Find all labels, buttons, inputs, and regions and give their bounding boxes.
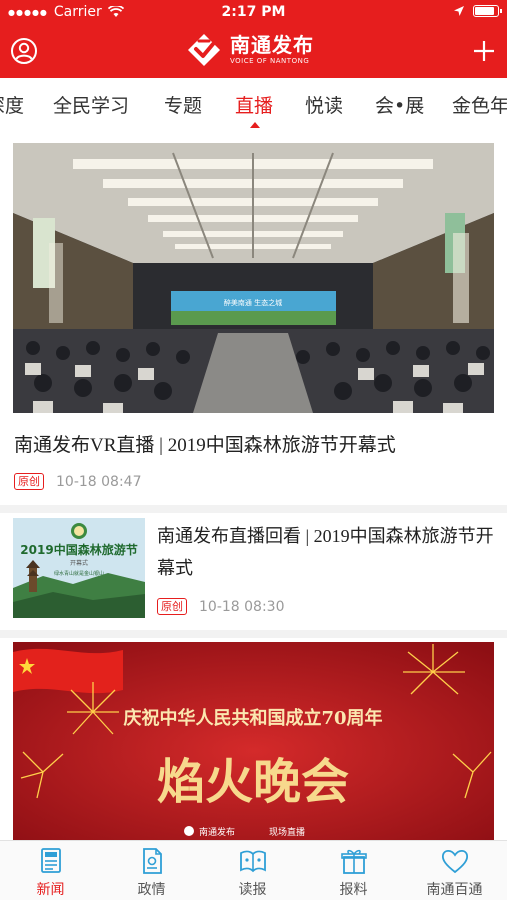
feed-item-2-title[interactable]: 南通发布直播回看 | 2019中国森林旅游节开幕式 (157, 520, 497, 584)
bottom-tab-news-label: 新闻 (36, 882, 65, 898)
logo-text: 南通发布 VOICE OF NANTONG (230, 34, 314, 66)
poster-footer-tag: 现场直播 (269, 826, 305, 838)
bottom-tab-reader-label: 读报 (238, 882, 267, 898)
battery-icon (473, 5, 502, 17)
tab-depth[interactable]: 深度 (0, 91, 24, 118)
logo-title: 南通发布 (230, 33, 314, 57)
feed-divider (0, 505, 507, 513)
tab-exhibitions[interactable]: 会•展 (375, 91, 424, 118)
plus-icon (474, 41, 494, 61)
status-right (453, 5, 502, 17)
bottom-tab-news[interactable]: 新闻 (0, 841, 101, 901)
poster-slogan: 绿水青山就是金山银山 (54, 570, 104, 577)
newspaper-reader-icon (240, 850, 266, 873)
bottom-tab-tipoff[interactable]: 报料 (303, 841, 404, 901)
feed-item-3-image[interactable]: 庆祝中华人民共和国成立70周年 焰火晚会 南通发布 现场直播 (13, 642, 494, 840)
forest-festival-poster: 2019中国森林旅游节 开幕式 绿水青山就是金山银山 (13, 518, 145, 618)
fireworks-gala-poster: 庆祝中华人民共和国成立70周年 焰火晚会 南通发布 现场直播 (13, 642, 494, 840)
document-icon (143, 848, 162, 874)
tab-learning[interactable]: 全民学习 (53, 91, 129, 118)
user-profile-button[interactable] (9, 36, 39, 66)
feed-item-1-time: 10-18 08:47 (56, 473, 142, 490)
conference-hall-photo: 醉美南通 生态之城 (13, 143, 494, 413)
app-logo: 南通发布 VOICE OF NANTONG (186, 29, 314, 71)
app-header: ●●●●● Carrier 2:17 PM 南通发布 VOICE OF NANT… (0, 0, 507, 78)
clock: 2:17 PM (221, 4, 286, 20)
tab-reading[interactable]: 悦读 (305, 91, 343, 118)
add-button[interactable] (469, 36, 499, 66)
heart-icon (441, 849, 469, 874)
bottom-tab-reader[interactable]: 读报 (202, 841, 303, 901)
original-badge: 原创 (157, 598, 187, 615)
bottom-tab-politics[interactable]: 政情 (101, 841, 202, 901)
bottom-tab-politics-label: 政情 (137, 882, 166, 898)
poster-headline: 庆祝中华人民共和国成立70周年 (123, 707, 382, 729)
feed-divider (0, 630, 507, 638)
bottom-tab-nantong-baitong-label: 南通百通 (426, 882, 483, 898)
feed-item-1-meta: 原创 10-18 08:47 (14, 473, 141, 490)
location-arrow-icon (454, 6, 464, 16)
user-icon (11, 38, 37, 64)
battery-level (475, 7, 494, 15)
logo-subtitle: VOICE OF NANTONG (230, 57, 310, 65)
tab-live[interactable]: 直播 (235, 91, 273, 118)
poster-big-text: 焰火晚会 (157, 754, 349, 810)
feed-item-2-meta: 原创 10-18 08:30 (157, 598, 284, 615)
gift-box-icon (341, 849, 367, 874)
bottom-tab-nantong-baitong[interactable]: 南通百通 (404, 841, 505, 901)
feed-item-1-title[interactable]: 南通发布VR直播 | 2019中国森林旅游节开幕式 (14, 430, 494, 457)
feed-item-2-image[interactable]: 2019中国森林旅游节 开幕式 绿水青山就是金山银山 (13, 518, 145, 618)
feed-item-2-time: 10-18 08:30 (199, 598, 285, 615)
poster-subtitle: 开幕式 (70, 559, 88, 567)
bottom-tab-tipoff-label: 报料 (339, 882, 368, 898)
nantong-logo-icon (188, 34, 220, 66)
nav-bar: 南通发布 VOICE OF NANTONG (0, 24, 507, 78)
status-bar: ●●●●● Carrier 2:17 PM (0, 0, 507, 24)
news-icon (41, 848, 61, 873)
bottom-tab-bar: 新闻 政情 读报 报料 南通百通 (0, 840, 507, 900)
poster-title: 2019中国森林旅游节 (20, 542, 137, 557)
active-tab-indicator (250, 122, 260, 128)
tab-topics[interactable]: 专题 (164, 91, 202, 118)
poster-footer-brand: 南通发布 (199, 826, 235, 838)
news-feed[interactable]: 醉美南通 生态之城 南通发布VR直播 | 2019中国森林旅游节开幕式 原创 1… (0, 130, 507, 840)
tab-golden-years[interactable]: 金色年 (452, 91, 507, 118)
feed-item-1-image[interactable]: 醉美南通 生态之城 (13, 143, 494, 413)
stage-screen-text: 醉美南通 生态之城 (224, 298, 282, 307)
original-badge: 原创 (14, 473, 44, 490)
